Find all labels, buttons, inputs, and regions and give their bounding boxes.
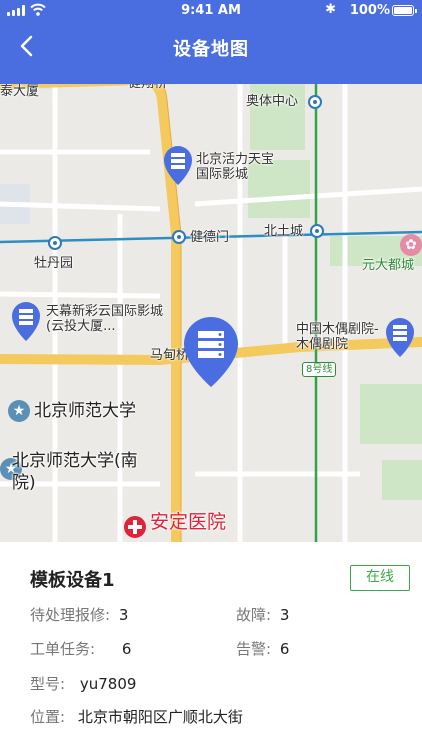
battery-icon xyxy=(392,5,417,16)
location-value: 北京市朝阳区广顺北大街 xyxy=(77,708,243,726)
flower-icon: ✿ xyxy=(400,234,422,256)
hospital-icon xyxy=(124,516,146,538)
device-name: 模板设备1 xyxy=(30,570,115,591)
location-row: 位置: 北京市朝阳区广顺北大街 xyxy=(30,706,243,727)
map-label-yuanda: 元大都城 xyxy=(362,258,415,273)
map-label-aoti: 奥体中心 xyxy=(246,94,299,109)
map-label-anding: 安定医院 xyxy=(150,511,227,533)
device-pin-muou[interactable] xyxy=(384,316,416,358)
top-bar: 9:41 AM ✱ 100% 设备地图 xyxy=(0,0,422,84)
model-row: 型号: yu7809 xyxy=(30,673,136,694)
map-label-beitucheng: 北土城 xyxy=(264,224,304,239)
repair-count: 待处理报修: 3 xyxy=(30,604,128,625)
model-label: 型号: xyxy=(30,675,66,693)
alarm-count: 告警: 6 xyxy=(236,638,289,659)
map-label-jiande: 健德门 xyxy=(190,230,230,245)
subway-station-icon xyxy=(310,224,324,238)
battery-percent: 100% xyxy=(349,3,390,18)
fault-value: 3 xyxy=(279,606,290,624)
selected-device-pin[interactable] xyxy=(182,316,240,388)
map-label-huoli: 北京活力天宝国际影城 xyxy=(196,152,275,182)
map-label-bnu: 北京师范大学 xyxy=(34,401,136,421)
nav-bar: 设备地图 xyxy=(0,22,422,74)
page-title: 设备地图 xyxy=(173,39,249,60)
map-label-mudan: 牡丹园 xyxy=(34,256,74,271)
line8-badge: 8号线 xyxy=(302,362,337,377)
map-view[interactable]: 泰大厦 健翔桥 奥体中心 北京活力天宝国际影城 健德门 北土城 牡丹园 元大都城… xyxy=(0,64,422,542)
work-order-count: 工单任务: 6 xyxy=(30,638,131,659)
device-pin-tianmu[interactable] xyxy=(10,300,42,342)
repair-value: 3 xyxy=(118,606,129,624)
work-order-value: 6 xyxy=(121,640,132,658)
subway-station-icon xyxy=(308,95,322,109)
bluetooth-icon: ✱ xyxy=(325,2,336,17)
map-label-taida: 泰大厦 xyxy=(0,84,40,99)
university-icon: ★ xyxy=(8,400,30,422)
status-badge: 在线 xyxy=(350,565,410,591)
map-label-muou: 中国木偶剧院-木偶剧院 xyxy=(296,322,379,352)
map-label-tianmu: 天幕新彩云国际影城(云投大厦... xyxy=(46,304,164,334)
alarm-label: 告警: xyxy=(236,640,272,658)
fault-label: 故障: xyxy=(236,606,272,624)
work-order-label: 工单任务: xyxy=(30,640,96,658)
repair-label: 待处理报修: xyxy=(30,606,111,624)
location-label: 位置: xyxy=(30,708,66,726)
device-pin-huoli[interactable] xyxy=(162,144,194,186)
fault-count: 故障: 3 xyxy=(236,604,289,625)
model-value: yu7809 xyxy=(79,675,137,693)
status-bar: 9:41 AM ✱ 100% xyxy=(0,0,422,22)
subway-station-icon xyxy=(48,236,62,250)
alarm-value: 6 xyxy=(279,640,290,658)
subway-station-icon xyxy=(172,230,186,244)
map-label-bnu-south: 北京师范大学(南院) xyxy=(12,451,138,493)
